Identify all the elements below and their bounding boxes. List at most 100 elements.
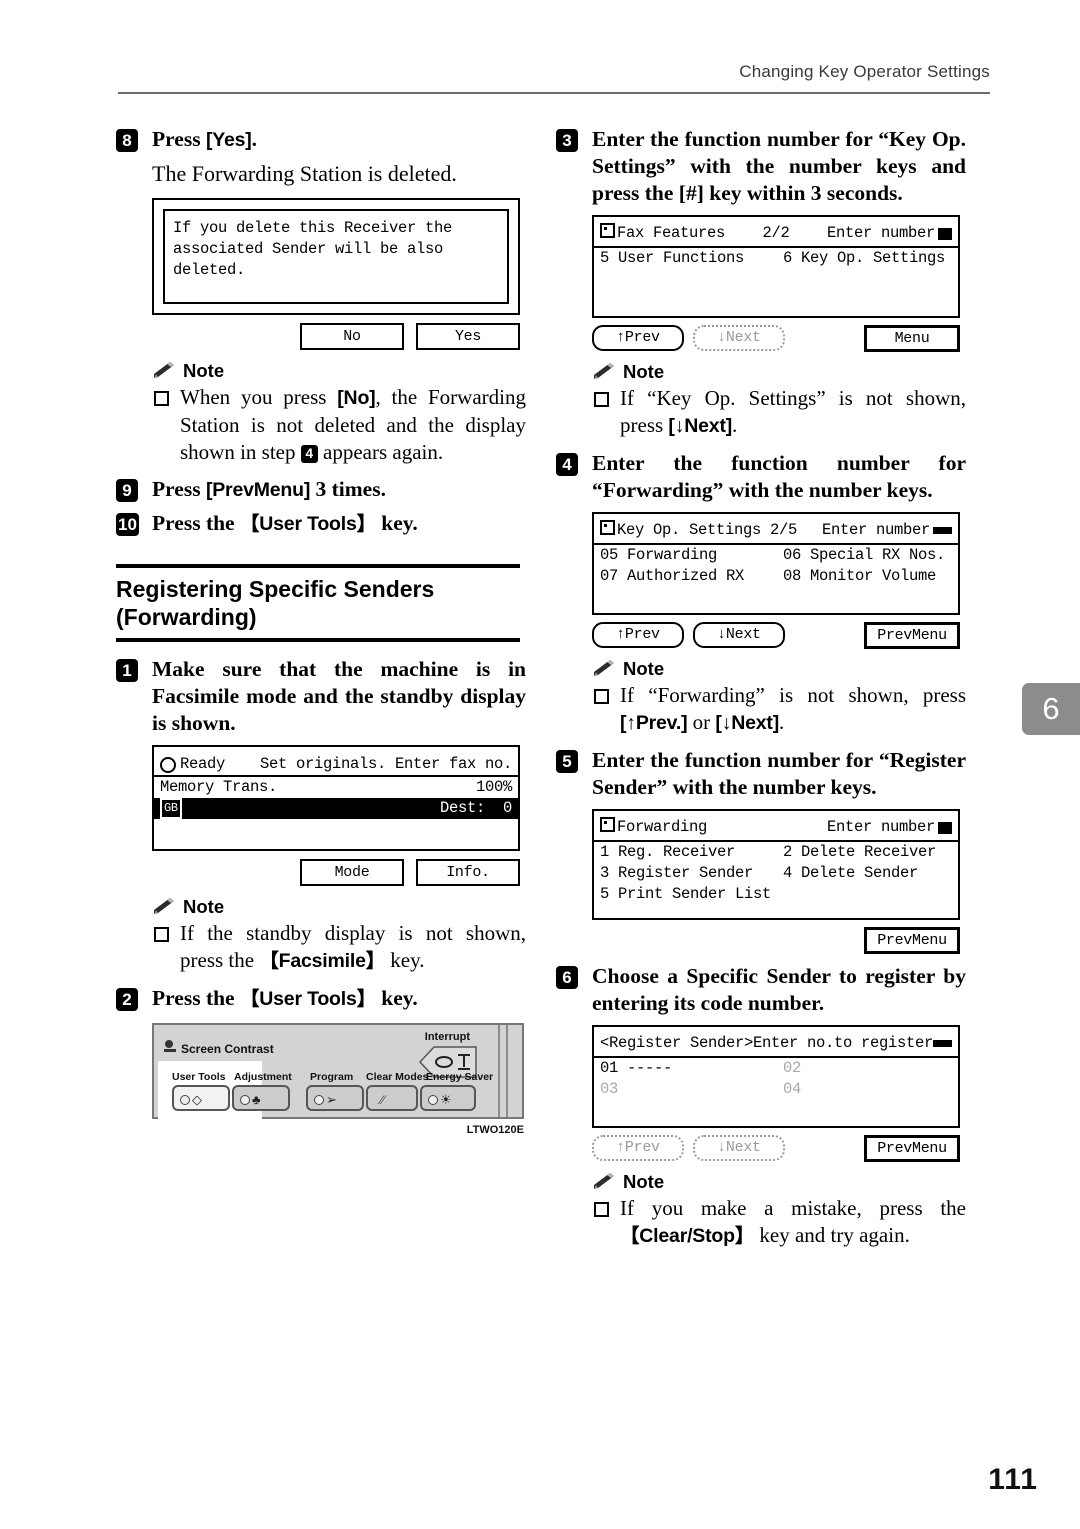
clear-modes-key[interactable]: ∕∕ (366, 1085, 418, 1111)
sender-slot-03[interactable]: 03 (600, 1079, 783, 1100)
step-number-badge: 3 (556, 129, 578, 152)
key-op-settings-lcd: Key Op. Settings 2/5 Enter number 05 For… (592, 512, 960, 615)
section-heading: Registering Specific Senders (Forwarding) (116, 564, 520, 642)
pencil-icon (592, 363, 616, 381)
forwarding-row-2: 3 Register Sender 4 Delete Sender (594, 863, 958, 884)
input-cursor-icon (938, 821, 952, 834)
step-2-prefix: Press the (152, 986, 240, 1010)
user-tools-key-label: 【User Tools】 (239, 988, 376, 1010)
note-item: If “Key Op. Settings” is not shown, pres… (592, 385, 966, 440)
note-bullet-icon (594, 689, 609, 704)
fax-features-button-row: ↑Prev ↓Next Menu (592, 324, 960, 352)
step-number-badge: 6 (556, 966, 578, 989)
yes-key-label: [Yes] (205, 129, 252, 151)
pencil-icon (592, 1173, 616, 1191)
step-9-suffix: 3 times. (310, 477, 386, 501)
adjustment-key[interactable]: ♣ (232, 1085, 290, 1111)
menu-button[interactable]: Menu (864, 324, 960, 352)
note-item: If the standby display is not shown, pre… (152, 920, 526, 975)
energy-saver-led-icon (428, 1095, 438, 1105)
prev-button[interactable]: ↑Prev (592, 622, 684, 648)
forwarding-prompt: Enter number (826, 818, 935, 836)
menu-item-authorized-rx[interactable]: 07 Authorized RX (600, 566, 783, 587)
section-title-line1: Registering Specific Senders (116, 576, 435, 602)
step-9: 9 Press [PrevMenu] 3 times. (116, 476, 526, 504)
note-5-part1: If you make a mistake, press the (620, 1196, 966, 1220)
facsimile-key-label: 【Facsimile】 (259, 950, 386, 972)
menu-item-register-sender[interactable]: 3 Register Sender (600, 863, 783, 884)
register-sender-figure: <Register Sender> Enter no.to register 0… (592, 1025, 960, 1162)
note-4-mid: or (687, 710, 716, 734)
prev-button-disabled: ↑Prev (592, 1135, 684, 1161)
standby-dest-label: Dest: (439, 799, 485, 817)
section-rule-top (116, 564, 520, 568)
menu-item-user-functions[interactable]: 5 User Functions (600, 248, 783, 269)
standby-gb-badge: GB (160, 798, 182, 819)
forwarding-row-3-empty (783, 884, 952, 905)
interrupt-label: Interrupt (424, 1031, 470, 1043)
forwarding-button-row: PrevMenu (592, 926, 960, 954)
next-button[interactable]: ↓Next (693, 622, 785, 648)
section-title-line2: (Forwarding) (116, 604, 257, 630)
note-item: When you press [No], the Forwarding Stat… (152, 384, 526, 466)
step-10-prefix: Press the (152, 511, 240, 535)
mode-button[interactable]: Mode (300, 859, 404, 886)
prevmenu-button[interactable]: PrevMenu (864, 1134, 960, 1162)
fax-features-figure: Fax Features 2/2 Enter number 5 User Fun… (592, 215, 960, 352)
register-sender-titlebar: <Register Sender> Enter no.to register (594, 1033, 958, 1058)
key-op-settings-titlebar: Key Op. Settings 2/5 Enter number (594, 520, 958, 545)
menu-item-delete-sender[interactable]: 4 Delete Sender (783, 863, 952, 884)
prevmenu-button[interactable]: PrevMenu (864, 621, 960, 649)
no-button[interactable]: No (300, 323, 404, 350)
step-8-suffix: . (251, 127, 257, 151)
yes-button[interactable]: Yes (416, 323, 520, 350)
menu-item-delete-receiver[interactable]: 2 Delete Receiver (783, 842, 952, 863)
step-number-badge: 2 (116, 988, 138, 1011)
left-column: 8 Press [Yes]. The Forwarding Station is… (116, 126, 526, 1136)
pencil-icon (152, 362, 176, 380)
forwarding-row-1: 1 Reg. Receiver 2 Delete Receiver (594, 842, 958, 863)
prev-button[interactable]: ↑Prev (592, 325, 684, 351)
sender-slot-04[interactable]: 04 (783, 1079, 952, 1100)
pencil-icon (592, 660, 616, 678)
register-sender-prompt: Enter no.to register (753, 1034, 934, 1052)
standby-memory-value: 100% (475, 778, 512, 796)
note-4-part2: . (779, 710, 785, 734)
step-8-body: The Forwarding Station is deleted. (152, 161, 457, 186)
page-number: 111 (988, 1463, 1038, 1496)
dialog-line-3: deleted. (173, 261, 246, 279)
info-button[interactable]: Info. (416, 859, 520, 886)
step-9-prefix: Press (152, 477, 206, 501)
step-8-text: Press [Yes]. (152, 126, 526, 154)
step-10: 10 Press the 【User Tools】 key. (116, 510, 526, 538)
step-number-badge: 10 (116, 513, 139, 536)
note-block-1: Note When you press [No], the Forwarding… (152, 360, 526, 466)
step-2-text: Press the 【User Tools】 key. (152, 985, 526, 1013)
forwarding-body: 1 Reg. Receiver 2 Delete Receiver 3 Regi… (594, 842, 958, 918)
key-op-settings-prompt: Enter number (821, 521, 930, 539)
step-number-badge: 4 (556, 453, 578, 476)
step-8: 8 Press [Yes]. (116, 126, 526, 154)
menu-item-special-rx-nos[interactable]: 06 Special RX Nos. (783, 545, 952, 566)
user-tools-key-caption: User Tools (172, 1071, 226, 1083)
sender-slot-01[interactable]: 01 ----- (600, 1058, 783, 1079)
prevmenu-button[interactable]: PrevMenu (864, 926, 960, 954)
register-sender-row-2: 03 04 (594, 1079, 958, 1100)
program-key[interactable]: ➢ (306, 1085, 364, 1111)
sender-slot-02[interactable]: 02 (783, 1058, 952, 1079)
menu-item-key-op-settings[interactable]: 6 Key Op. Settings (783, 248, 952, 269)
note-label: Note (623, 658, 665, 679)
menu-item-monitor-volume[interactable]: 08 Monitor Volume (783, 566, 952, 587)
step-6-text: Choose a Specific Sender to register by … (592, 964, 966, 1015)
user-tools-key[interactable]: ◇ (172, 1085, 230, 1111)
user-tools-key-label: 【User Tools】 (239, 513, 376, 535)
standby-blank-row (154, 819, 518, 849)
key-op-settings-body: 05 Forwarding 06 Special RX Nos. 07 Auth… (594, 545, 958, 613)
energy-saver-key[interactable]: ☀ (420, 1085, 476, 1111)
step-4: 4 Enter the function number for “Forward… (556, 450, 966, 504)
note-4-part1: If “Forwarding” is not shown, press (620, 683, 966, 707)
menu-item-forwarding[interactable]: 05 Forwarding (600, 545, 783, 566)
menu-item-reg-receiver[interactable]: 1 Reg. Receiver (600, 842, 783, 863)
step-5-text: Enter the function number for “Register … (592, 748, 966, 799)
menu-item-print-sender-list[interactable]: 5 Print Sender List (600, 884, 783, 905)
